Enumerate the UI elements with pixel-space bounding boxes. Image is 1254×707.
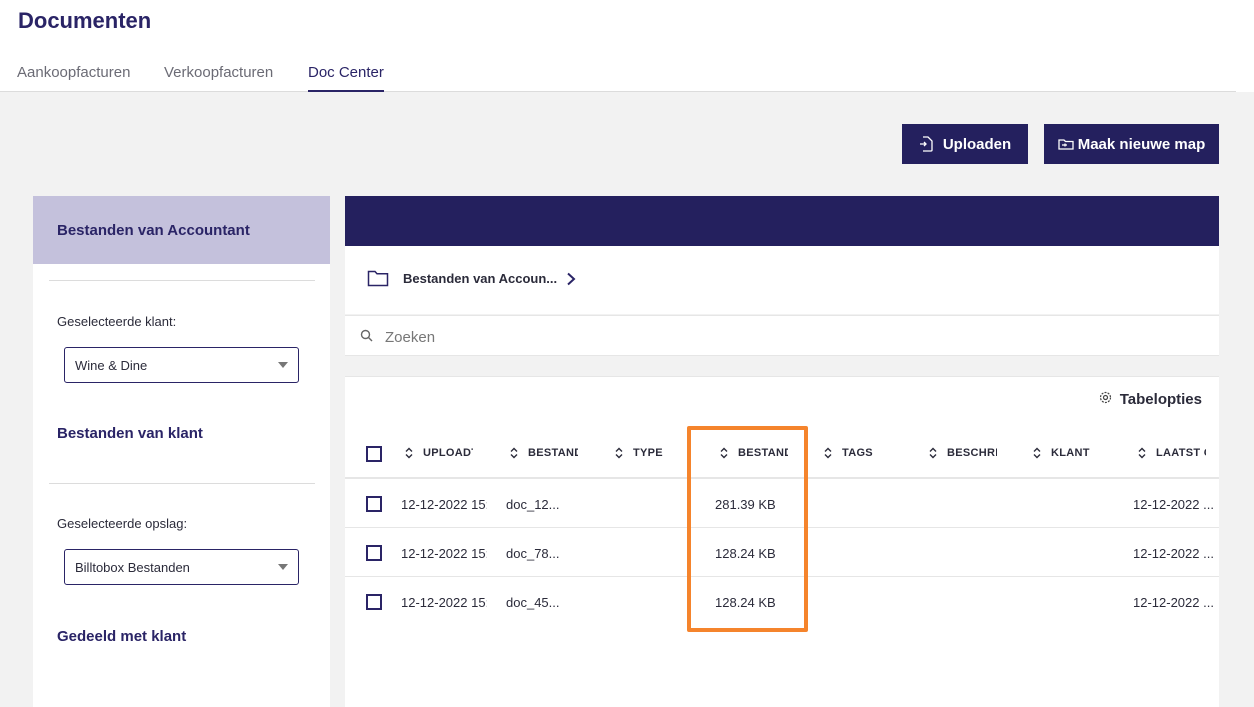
select-all-checkbox[interactable] xyxy=(366,446,382,462)
gear-icon xyxy=(1099,391,1112,408)
sort-icon xyxy=(929,447,937,459)
cell-file-name[interactable]: doc_45... xyxy=(506,595,586,610)
upload-button[interactable]: Uploaden xyxy=(902,124,1028,164)
search-input[interactable] xyxy=(385,326,985,348)
sort-icon xyxy=(824,447,832,459)
cell-last-modified: 12-12-2022 ... xyxy=(1133,595,1214,610)
sort-icon xyxy=(1033,447,1041,459)
row-checkbox[interactable] xyxy=(366,594,382,610)
table-row[interactable]: 12-12-2022 15: doc_12... 281.39 KB 12-12… xyxy=(345,479,1219,528)
cell-file-size: 281.39 KB xyxy=(715,497,776,512)
column-header-client[interactable]: KLANT xyxy=(1033,447,1101,459)
caret-down-icon xyxy=(278,564,288,570)
tab-doc-center[interactable]: Doc Center xyxy=(308,64,384,92)
client-select-value: Wine & Dine xyxy=(75,357,148,373)
sort-icon xyxy=(510,447,518,459)
column-header-file-name[interactable]: BESTAND xyxy=(510,447,578,459)
storage-select-value: Billtobox Bestanden xyxy=(75,559,190,575)
cell-last-modified: 12-12-2022 ... xyxy=(1133,497,1214,512)
table-header: UPLOADT BESTAND TYPE BESTAND TAGS BESCHR… xyxy=(345,428,1219,479)
column-header-file-size[interactable]: BESTAND xyxy=(720,447,788,459)
cell-upload-date: 12-12-2022 15: xyxy=(401,497,487,512)
storage-select[interactable]: Billtobox Bestanden xyxy=(64,549,299,585)
table-row[interactable]: 12-12-2022 15: doc_78... 128.24 KB 12-12… xyxy=(345,528,1219,577)
new-folder-button-label: Maak nieuwe map xyxy=(1077,135,1206,153)
breadcrumb-current[interactable]: Bestanden van Accoun... xyxy=(403,271,557,286)
client-select-label: Geselecteerde klant: xyxy=(57,314,177,329)
folder-icon xyxy=(367,269,389,292)
sidebar-item-client-files[interactable]: Bestanden van klant xyxy=(57,425,203,442)
breadcrumb: Bestanden van Accoun... xyxy=(345,246,1219,314)
cell-file-size: 128.24 KB xyxy=(715,595,776,610)
table-options-label: Tabelopties xyxy=(1119,391,1202,408)
chevron-right-icon[interactable] xyxy=(566,272,576,291)
sidebar-item-shared-with-client[interactable]: Gedeeld met klant xyxy=(57,628,186,645)
table-options-button[interactable]: Tabelopties xyxy=(1099,391,1202,408)
tab-verkoopfacturen[interactable]: Verkoopfacturen xyxy=(164,64,273,92)
cell-upload-date: 12-12-2022 15: xyxy=(401,546,487,561)
column-header-tags[interactable]: TAGS xyxy=(824,447,892,459)
new-folder-button[interactable]: Maak nieuwe map xyxy=(1044,124,1219,164)
upload-button-label: Uploaden xyxy=(942,135,1012,153)
cell-file-name[interactable]: doc_12... xyxy=(506,497,586,512)
caret-down-icon xyxy=(278,362,288,368)
cell-upload-date: 12-12-2022 15: xyxy=(401,595,487,610)
client-select[interactable]: Wine & Dine xyxy=(64,347,299,383)
page-title: Documenten xyxy=(18,8,152,33)
cell-file-size: 128.24 KB xyxy=(715,546,776,561)
sidebar-item-accountant-files[interactable]: Bestanden van Accountant xyxy=(33,196,330,264)
file-table: Tabelopties UPLOADT BESTAND TYPE BESTAND… xyxy=(345,376,1219,707)
storage-select-label: Geselecteerde opslag: xyxy=(57,516,188,531)
top-header: Aankoopfacturen Verkoopfacturen Doc Cent… xyxy=(0,0,1254,92)
divider xyxy=(49,280,315,281)
column-header-type[interactable]: TYPE xyxy=(615,447,683,459)
sort-icon xyxy=(720,447,728,459)
sort-icon xyxy=(1138,447,1146,459)
search-bar xyxy=(345,315,1219,356)
search-icon xyxy=(360,329,373,347)
divider xyxy=(49,483,315,484)
tab-aankoopfacturen[interactable]: Aankoopfacturen xyxy=(17,64,130,92)
panel-header-bar xyxy=(345,196,1219,246)
column-header-last-modified[interactable]: LAATST G xyxy=(1138,447,1206,459)
column-header-upload[interactable]: UPLOADT xyxy=(405,447,473,459)
tab-bar: Aankoopfacturen Verkoopfacturen Doc Cent… xyxy=(0,0,1236,92)
sidebar: Bestanden van Accountant Geselecteerde k… xyxy=(33,196,330,707)
sort-icon xyxy=(405,447,413,459)
row-checkbox[interactable] xyxy=(366,496,382,512)
column-header-description[interactable]: BESCHRI xyxy=(929,447,997,459)
sort-icon xyxy=(615,447,623,459)
cell-last-modified: 12-12-2022 ... xyxy=(1133,546,1214,561)
cell-file-name[interactable]: doc_78... xyxy=(506,546,586,561)
row-checkbox[interactable] xyxy=(366,545,382,561)
table-row[interactable]: 12-12-2022 15: doc_45... 128.24 KB 12-12… xyxy=(345,577,1219,626)
new-folder-icon xyxy=(1058,137,1074,151)
upload-file-icon xyxy=(919,136,933,152)
